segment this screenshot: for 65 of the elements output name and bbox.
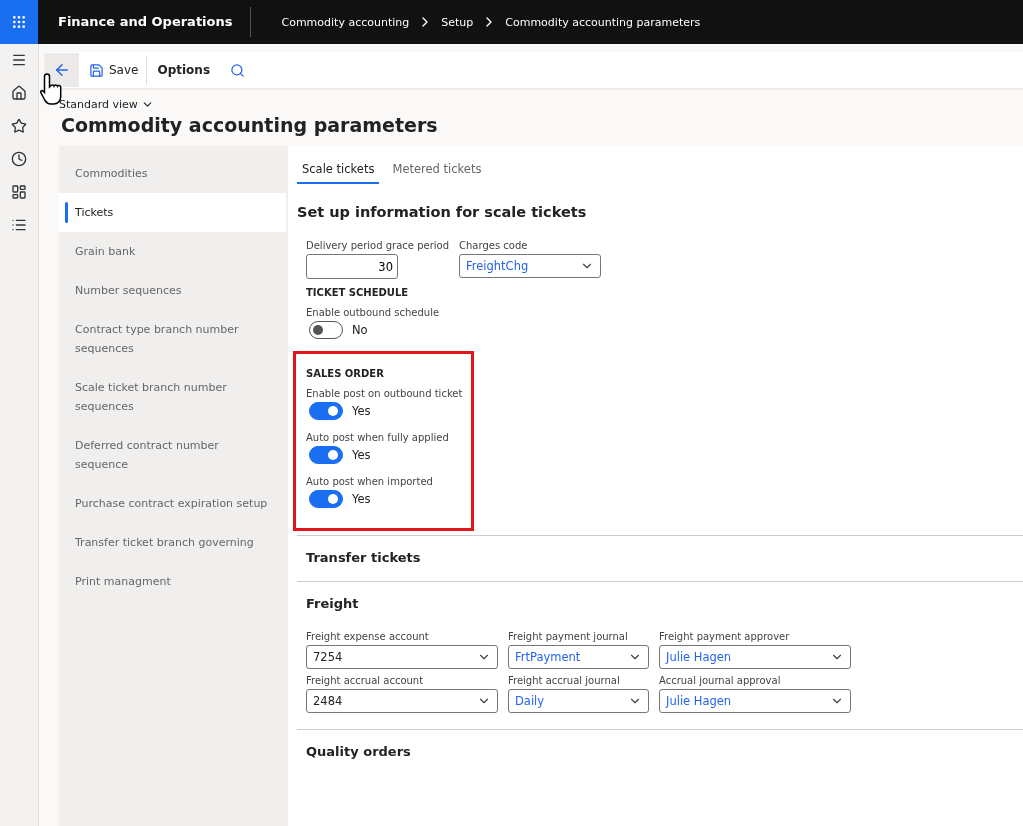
toggle-label: Enable outbound schedule: [306, 307, 440, 318]
save-button[interactable]: Save: [81, 55, 148, 85]
nav-item[interactable]: Contract type branch number sequences: [59, 310, 286, 368]
grid-icon: [11, 14, 27, 30]
app-title: Finance and Operations: [38, 7, 252, 37]
nav-item[interactable]: Purchase contract expiration setup: [59, 484, 286, 523]
section-title: Set up information for scale tickets: [297, 204, 588, 220]
group-heading: TICKET SCHEDULE: [306, 287, 410, 298]
nav-item[interactable]: Print managment: [59, 562, 286, 601]
toggle-switch[interactable]: [309, 490, 343, 508]
nav-item[interactable]: Deferred contract number sequence: [59, 426, 286, 484]
field-label: Accrual journal approval: [659, 675, 782, 686]
fasttab-title[interactable]: Freight: [306, 596, 1014, 611]
nav-item[interactable]: Commodities: [59, 154, 286, 193]
dropdown-field[interactable]: 2484: [306, 689, 498, 713]
fasttab-title[interactable]: Quality orders: [306, 744, 1014, 759]
dropdown-field[interactable]: Julie Hagen: [659, 645, 851, 669]
tab[interactable]: Scale tickets: [297, 158, 380, 184]
toggle-state-text: Yes: [352, 448, 371, 462]
field-label: Charges code: [459, 240, 529, 251]
app-launcher-button[interactable]: [0, 0, 38, 44]
group-heading: SALES ORDER: [306, 368, 385, 379]
nav-item[interactable]: Scale ticket branch number sequences: [59, 368, 286, 426]
breadcrumb-link[interactable]: Commodity accounting parameters: [505, 15, 701, 29]
dropdown-field[interactable]: FreightChg: [459, 254, 601, 278]
field-label: Freight payment journal: [508, 631, 629, 642]
fasttab-title[interactable]: Transfer tickets: [306, 550, 1014, 565]
modules-button[interactable]: [11, 217, 27, 233]
save-icon: [89, 62, 104, 78]
toggle-switch[interactable]: [309, 446, 343, 464]
options-button[interactable]: Options: [149, 55, 219, 85]
toggle-switch[interactable]: [309, 402, 343, 420]
toggle-switch[interactable]: [309, 321, 343, 339]
tab[interactable]: Metered tickets: [387, 158, 487, 184]
home-button[interactable]: [11, 85, 27, 101]
page-title: Commodity accounting parameters: [61, 114, 439, 136]
field-label: Freight accrual journal: [508, 675, 621, 686]
nav-item[interactable]: Grain bank: [59, 232, 286, 271]
dropdown-field[interactable]: 7254: [306, 645, 498, 669]
field-label: Freight accrual account: [306, 675, 425, 686]
toggle-label: Enable post on outbound ticket: [306, 388, 461, 399]
favorites-button[interactable]: [11, 118, 27, 134]
menu-button[interactable]: [11, 52, 27, 68]
toggle-label: Auto post when fully applied: [306, 432, 450, 443]
number-input-field[interactable]: 30: [306, 254, 398, 279]
nav-item[interactable]: Transfer ticket branch governing: [59, 523, 286, 562]
field-label: Delivery period grace period: [306, 240, 449, 251]
toggle-label: Auto post when imported: [306, 476, 434, 487]
nav-item[interactable]: Number sequences: [59, 271, 286, 310]
view-selector[interactable]: Standard view: [59, 98, 154, 111]
recent-button[interactable]: [11, 151, 27, 167]
breadcrumb-link[interactable]: Setup: [441, 15, 474, 29]
back-button[interactable]: [45, 53, 79, 87]
nav-item[interactable]: Tickets: [59, 193, 286, 232]
dropdown-field[interactable]: FrtPayment: [508, 645, 649, 669]
toggle-state-text: Yes: [352, 404, 371, 418]
search-icon: [230, 62, 246, 78]
dropdown-field[interactable]: Julie Hagen: [659, 689, 851, 713]
breadcrumb-link[interactable]: Commodity accounting: [281, 15, 410, 29]
toggle-state-text: Yes: [352, 492, 371, 506]
toggle-state-text: No: [352, 323, 368, 337]
field-label: Freight expense account: [306, 631, 430, 642]
field-label: Freight payment approver: [659, 631, 791, 642]
workspaces-button[interactable]: [11, 184, 27, 200]
dropdown-field[interactable]: Daily: [508, 689, 649, 713]
